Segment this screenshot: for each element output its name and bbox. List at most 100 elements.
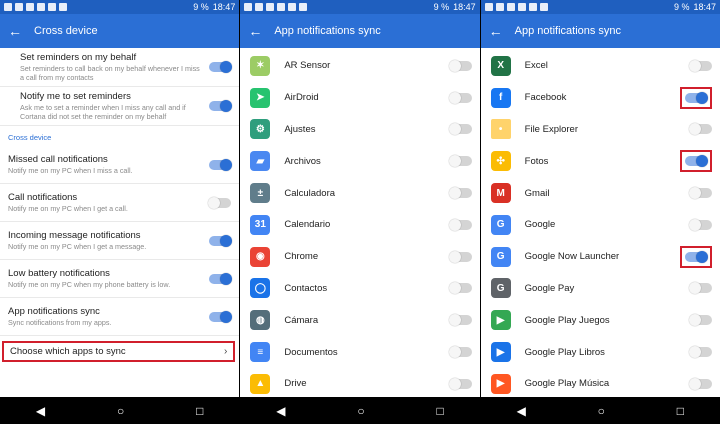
setting-title: Missed call notifications <box>8 154 108 165</box>
app-name: Drive <box>284 378 307 390</box>
toggle-switch[interactable] <box>684 250 708 263</box>
toggle-switch[interactable] <box>688 59 712 72</box>
page-title: App notifications sync <box>274 25 381 37</box>
status-bar: 9 % 18:47 <box>0 0 240 14</box>
play-games-icon: ▶ <box>490 310 511 331</box>
app-row[interactable]: ▶ Google Play Libros <box>481 336 720 368</box>
toggle-switch[interactable] <box>448 155 472 168</box>
app-row[interactable]: X Excel <box>481 50 720 82</box>
toggle-switch[interactable] <box>209 234 233 247</box>
toggle-switch[interactable] <box>448 187 472 200</box>
back-arrow-icon[interactable]: ← <box>489 23 505 39</box>
app-row[interactable]: 31 Calendario <box>240 209 479 241</box>
toggle-switch[interactable] <box>209 272 233 285</box>
toggle-switch[interactable] <box>448 314 472 327</box>
setting-row[interactable]: Incoming message notifications Notify me… <box>0 222 240 260</box>
setting-title: Call notifications <box>8 192 78 203</box>
app-row[interactable]: ✣ Fotos <box>481 145 720 177</box>
toggle-switch[interactable] <box>688 187 712 200</box>
app-row[interactable]: ± Calculadora <box>240 177 479 209</box>
setting-row[interactable]: Missed call notifications Notify me on m… <box>0 146 240 184</box>
app-row[interactable]: ▲ Drive <box>240 368 479 397</box>
back-arrow-icon[interactable]: ← <box>8 23 24 39</box>
camera-icon: ◍ <box>250 310 271 331</box>
toolbar: ← Cross device <box>0 14 240 48</box>
app-row[interactable]: ▰ Archivos <box>240 145 479 177</box>
toggle-switch[interactable] <box>448 59 472 72</box>
toggle-switch[interactable] <box>209 158 233 171</box>
android-navigation-bar: ◀ ○ □ <box>0 397 240 424</box>
back-icon[interactable]: ◀ <box>276 404 285 418</box>
toggle-switch[interactable] <box>688 123 712 136</box>
toggle-switch[interactable] <box>448 377 472 390</box>
app-row[interactable]: ◍ Cámara <box>240 304 479 336</box>
toggle-switch[interactable] <box>448 123 472 136</box>
app-row[interactable]: ➤ AirDroid <box>240 82 479 114</box>
toggle-switch[interactable] <box>688 282 712 295</box>
folder-icon: • <box>490 119 511 140</box>
toggle-switch[interactable] <box>448 282 472 295</box>
toggle-switch[interactable] <box>209 100 233 112</box>
setting-description: Notify me on my PC when I get a message. <box>8 242 147 251</box>
notification-icon <box>288 3 297 11</box>
toggle-switch[interactable] <box>688 346 712 359</box>
play-music-icon: ▶ <box>490 373 511 394</box>
toggle-switch[interactable] <box>684 91 708 104</box>
toggle-switch[interactable] <box>688 218 712 231</box>
toggle-switch[interactable] <box>684 155 708 168</box>
toggle-switch[interactable] <box>448 218 472 231</box>
home-icon[interactable]: ○ <box>357 404 364 418</box>
setting-row[interactable]: Notify me to set reminders Ask me to set… <box>0 87 240 126</box>
back-arrow-icon[interactable]: ← <box>248 23 264 39</box>
setting-text: Call notifications Notify me on my PC wh… <box>8 192 201 213</box>
recent-apps-icon[interactable]: □ <box>436 404 443 418</box>
app-row[interactable]: ▶ Google Play Música <box>481 368 720 397</box>
app-name: AirDroid <box>284 92 319 104</box>
app-row[interactable]: ✶ AR Sensor <box>240 50 479 82</box>
app-list: X Excel f Facebook • File Explorer ✣ Fotos M Gmai… <box>481 48 720 397</box>
toggle-switch[interactable] <box>209 310 233 323</box>
back-icon[interactable]: ◀ <box>517 404 526 418</box>
app-row[interactable]: ≡ Documentos <box>240 336 479 368</box>
toggle-switch[interactable] <box>448 250 472 263</box>
status-icons <box>4 3 67 11</box>
app-row[interactable]: G Google <box>481 209 720 241</box>
app-row[interactable]: ◉ Chrome <box>240 241 479 273</box>
toggle-switch[interactable] <box>688 377 712 390</box>
back-icon[interactable]: ◀ <box>36 404 45 418</box>
app-row[interactable]: M Gmail <box>481 177 720 209</box>
choose-apps-to-sync-row[interactable]: Choose which apps to sync › <box>2 341 236 362</box>
android-navigation-bar: ◀ ○ □ <box>480 397 720 424</box>
toggle-switch[interactable] <box>448 346 472 359</box>
setting-row[interactable]: App notifications sync Sync notification… <box>0 298 240 336</box>
clock: 18:47 <box>453 2 476 12</box>
recent-apps-icon[interactable]: □ <box>196 404 203 418</box>
notification-icon <box>59 3 67 11</box>
app-row[interactable]: ◯ Contactos <box>240 273 479 305</box>
app-row[interactable]: G Google Now Launcher <box>481 241 720 273</box>
app-row[interactable]: ▶ Google Play Juegos <box>481 304 720 336</box>
app-row[interactable]: f Facebook <box>481 82 720 114</box>
contacts-icon: ◯ <box>250 278 271 299</box>
toggle-switch[interactable] <box>209 61 233 73</box>
setting-row[interactable]: Set reminders on my behalf Set reminders… <box>0 48 240 87</box>
toggle-switch[interactable] <box>448 91 472 104</box>
toggle-switch[interactable] <box>208 196 232 209</box>
recent-apps-icon[interactable]: □ <box>677 404 684 418</box>
home-icon[interactable]: ○ <box>598 404 605 418</box>
page-title: App notifications sync <box>514 25 622 37</box>
calendar-icon: 31 <box>250 214 271 235</box>
app-row[interactable]: • File Explorer <box>481 114 720 146</box>
app-notifications-sync-screen-2: 9 % 18:47 ← App notifications sync X Excel… <box>480 0 720 424</box>
app-name: Fotos <box>524 155 549 167</box>
battery-percent: 9 % <box>193 2 209 12</box>
setting-row[interactable]: Low battery notifications Notify me on m… <box>0 260 240 298</box>
app-name: Chrome <box>284 251 319 263</box>
app-row[interactable]: G Google Pay <box>481 273 720 305</box>
home-icon[interactable]: ○ <box>117 404 124 418</box>
app-row[interactable]: ⚙ Ajustes <box>240 114 479 146</box>
setting-row[interactable]: Call notifications Notify me on my PC wh… <box>0 184 240 222</box>
setting-text: Incoming message notifications Notify me… <box>8 230 201 251</box>
section-title: Cross device <box>8 133 52 142</box>
toggle-switch[interactable] <box>688 314 712 327</box>
